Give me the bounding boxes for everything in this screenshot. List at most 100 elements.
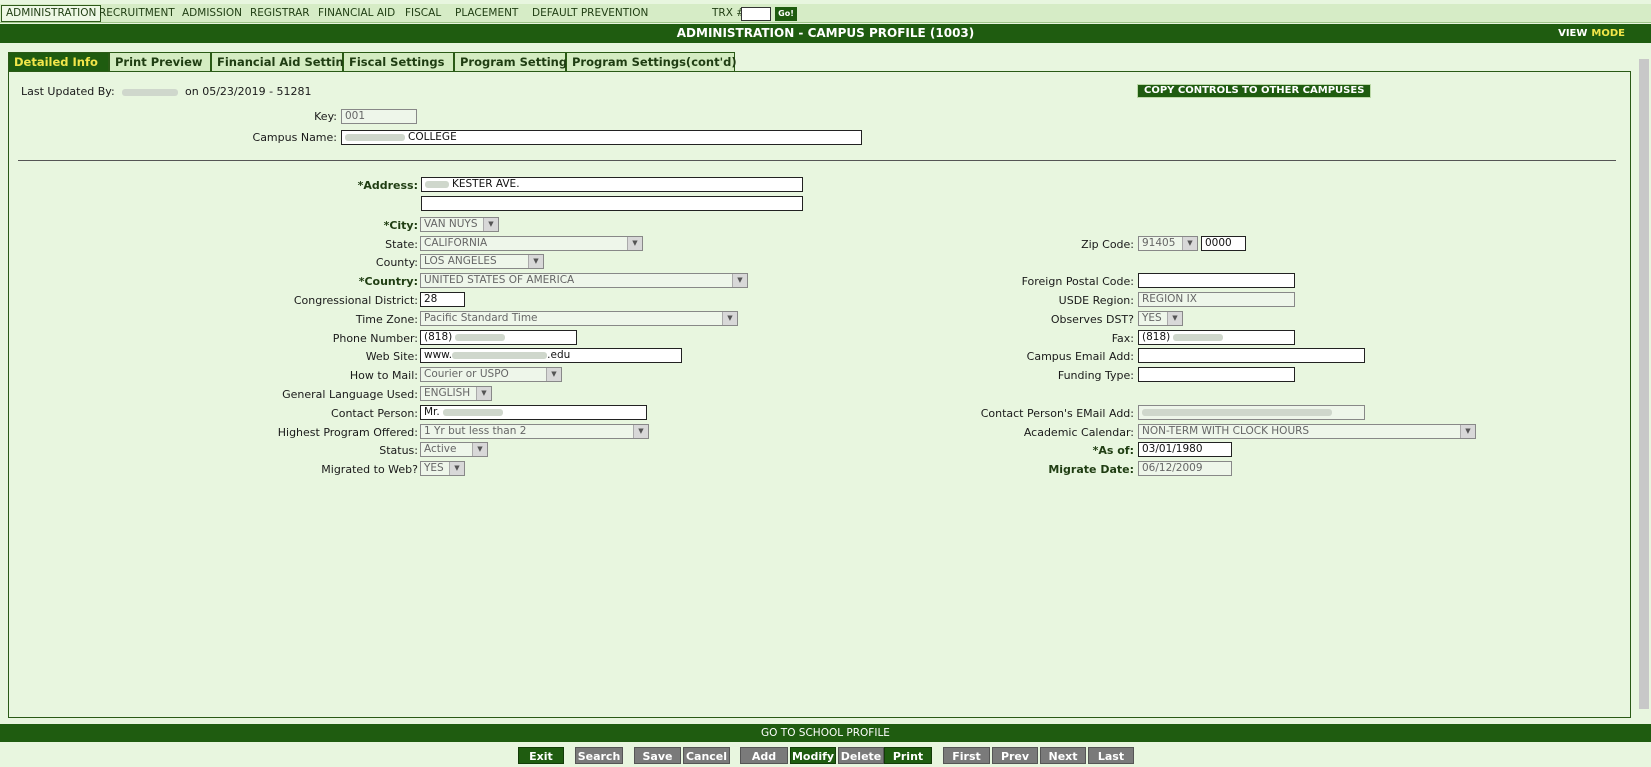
migrated-to-web-value: YES <box>424 462 444 474</box>
highest-program-select[interactable]: 1 Yr but less than 2 ▼ <box>420 424 649 439</box>
trx-input[interactable] <box>741 7 771 21</box>
city-select[interactable]: VAN NUYS ▼ <box>420 217 499 232</box>
as-of-input[interactable]: 03/01/1980 <box>1138 442 1232 457</box>
menu-recruitment[interactable]: RECRUITMENT <box>95 6 179 21</box>
campus-name-input[interactable]: COLLEGE <box>341 130 862 145</box>
first-button[interactable]: First <box>943 747 990 764</box>
migrate-date-label: Migrate Date: <box>1048 463 1134 476</box>
key-label: Key: <box>314 110 337 123</box>
menu-fiscal[interactable]: FISCAL <box>401 6 445 21</box>
usde-region-value: REGION IX <box>1142 293 1197 305</box>
state-select[interactable]: CALIFORNIA ▼ <box>420 236 643 251</box>
observes-dst-select[interactable]: YES ▼ <box>1138 311 1183 326</box>
observes-dst-label: Observes DST? <box>1050 313 1134 326</box>
country-select[interactable]: UNITED STATES OF AMERICA ▼ <box>420 273 748 288</box>
academic-calendar-select[interactable]: NON-TERM WITH CLOCK HOURS ▼ <box>1138 424 1476 439</box>
zip-ext-value: 0000 <box>1205 237 1232 249</box>
address-value: KESTER AVE. <box>452 178 520 190</box>
tab-program-settings[interactable]: Program Settings <box>454 52 574 71</box>
contact-email-input[interactable] <box>1138 405 1365 420</box>
menu-admission[interactable]: ADMISSION <box>178 6 246 21</box>
campus-email-input[interactable] <box>1138 348 1365 363</box>
phone-number-input[interactable]: (818) <box>420 330 577 345</box>
congressional-district-value: 28 <box>424 293 438 305</box>
chevron-down-icon: ▼ <box>633 425 648 438</box>
address-line1-input[interactable]: KESTER AVE. <box>421 177 803 192</box>
address-line2-input[interactable] <box>421 196 803 211</box>
tab-print-preview[interactable]: Print Preview <box>109 52 211 71</box>
general-language-select[interactable]: ENGLISH ▼ <box>420 386 492 401</box>
usde-region-label: USDE Region: <box>1058 294 1134 307</box>
migrated-to-web-label: Migrated to Web? <box>321 463 418 476</box>
go-to-school-profile-link[interactable]: GO TO SCHOOL PROFILE <box>0 724 1651 742</box>
fax-label: Fax: <box>1111 332 1134 345</box>
page-title: ADMINISTRATION - CAMPUS PROFILE (1003) <box>676 26 975 40</box>
last-updated-date: on 05/23/2019 - 51281 <box>185 85 312 98</box>
congressional-district-label: Congressional District: <box>293 294 418 307</box>
tab-financial-aid-settings[interactable]: Financial Aid Settings <box>211 52 359 71</box>
as-of-value: 03/01/1980 <box>1142 443 1203 455</box>
phone-number-value: (818) <box>424 331 453 343</box>
last-updated-user <box>122 85 181 98</box>
contact-person-value: Mr. <box>424 406 440 418</box>
delete-button[interactable]: Delete <box>838 747 884 764</box>
academic-calendar-value: NON-TERM WITH CLOCK HOURS <box>1142 425 1310 437</box>
vertical-scrollbar[interactable] <box>1637 43 1651 723</box>
usde-region-input[interactable]: REGION IX <box>1138 292 1295 307</box>
migrate-date-input[interactable]: 06/12/2009 <box>1138 461 1232 476</box>
highest-program-label: Highest Program Offered: <box>277 426 418 439</box>
modify-button[interactable]: Modify <box>790 747 836 764</box>
campus-name-value: COLLEGE <box>408 131 457 143</box>
status-select[interactable]: Active ▼ <box>420 442 488 457</box>
prev-button[interactable]: Prev <box>992 747 1038 764</box>
chevron-down-icon: ▼ <box>1167 312 1182 325</box>
exit-button[interactable]: Exit <box>518 747 564 764</box>
migrate-date-value: 06/12/2009 <box>1142 462 1203 474</box>
migrated-to-web-select[interactable]: YES ▼ <box>420 461 465 476</box>
county-select[interactable]: LOS ANGELES ▼ <box>420 254 544 269</box>
chevron-down-icon: ▼ <box>472 443 487 456</box>
fax-input[interactable]: (818) <box>1138 330 1295 345</box>
section-divider <box>18 160 1616 161</box>
time-zone-value: Pacific Standard Time <box>424 312 538 324</box>
how-to-mail-select[interactable]: Courier or USPO ▼ <box>420 367 562 382</box>
tab-detailed-info[interactable]: Detailed Info <box>8 52 109 71</box>
state-value: CALIFORNIA <box>424 237 488 249</box>
search-button[interactable]: Search <box>575 747 623 764</box>
menu-financial-aid[interactable]: FINANCIAL AID <box>314 6 399 21</box>
zip-code-value: 91405 <box>1142 237 1176 249</box>
tab-fiscal-settings[interactable]: Fiscal Settings <box>343 52 454 71</box>
contact-person-input[interactable]: Mr. <box>420 405 647 420</box>
copy-controls-button[interactable]: COPY CONTROLS TO OTHER CAMPUSES <box>1137 84 1372 98</box>
country-label: *Country: <box>358 275 418 288</box>
tab-program-settings-contd[interactable]: Program Settings(cont'd) <box>566 52 737 71</box>
menu-default-prevention[interactable]: DEFAULT PREVENTION <box>528 6 652 21</box>
print-button[interactable]: Print <box>884 747 932 764</box>
last-button[interactable]: Last <box>1088 747 1134 764</box>
funding-type-label: Funding Type: <box>1057 369 1134 382</box>
menu-placement[interactable]: PLACEMENT <box>451 6 522 21</box>
foreign-postal-code-input[interactable] <box>1138 273 1295 288</box>
save-button[interactable]: Save <box>634 747 681 764</box>
zip-code-label: Zip Code: <box>1081 238 1134 251</box>
add-button[interactable]: Add <box>740 747 788 764</box>
congressional-district-input[interactable]: 28 <box>420 292 465 307</box>
next-button[interactable]: Next <box>1040 747 1086 764</box>
time-zone-select[interactable]: Pacific Standard Time ▼ <box>420 311 738 326</box>
scrollbar-thumb[interactable] <box>1639 59 1649 709</box>
country-value: UNITED STATES OF AMERICA <box>424 274 575 286</box>
zip-code-select[interactable]: 91405 ▼ <box>1138 236 1198 251</box>
key-input[interactable]: 001 <box>341 109 417 124</box>
cancel-button[interactable]: Cancel <box>683 747 730 764</box>
menu-registrar[interactable]: REGISTRAR <box>246 6 314 21</box>
chevron-down-icon: ▼ <box>449 462 464 475</box>
zip-ext-input[interactable]: 0000 <box>1201 236 1246 251</box>
web-site-input[interactable]: www. .edu <box>420 348 682 363</box>
go-button[interactable]: Go! <box>775 7 797 21</box>
funding-type-input[interactable] <box>1138 367 1295 382</box>
chevron-down-icon: ▼ <box>732 274 747 287</box>
key-value: 001 <box>345 110 366 122</box>
menu-administration[interactable]: ADMINISTRATION <box>1 5 102 22</box>
chevron-down-icon: ▼ <box>722 312 737 325</box>
chevron-down-icon: ▼ <box>546 368 561 381</box>
